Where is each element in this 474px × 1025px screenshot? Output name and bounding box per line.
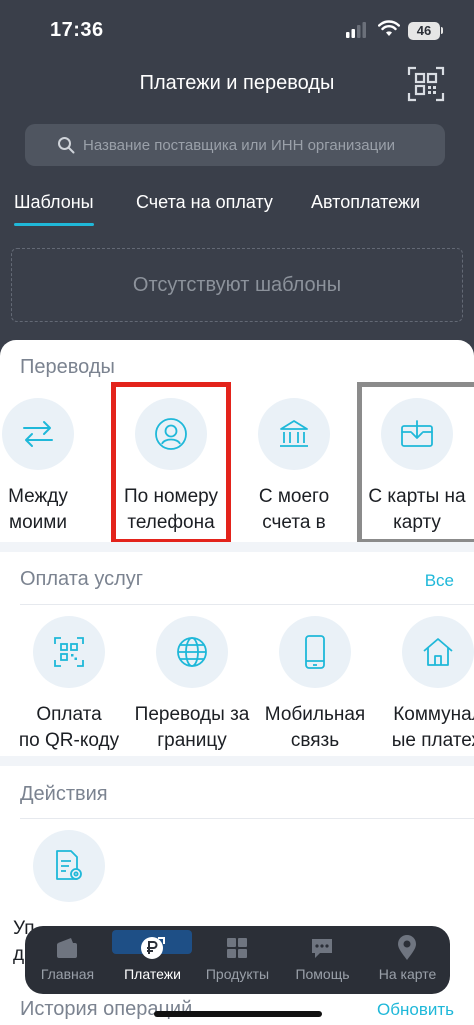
- bank-icon: [280, 420, 308, 447]
- tab-templates[interactable]: Шаблоны: [14, 192, 94, 226]
- nav-home[interactable]: Главная: [25, 926, 110, 994]
- nav-payments[interactable]: Платежи: [110, 926, 195, 994]
- nav-map[interactable]: На карте: [365, 926, 450, 994]
- nav-help[interactable]: Помощь: [280, 926, 365, 994]
- highlight-box-gray: [357, 382, 474, 544]
- nav-products-label: Продукты: [205, 966, 270, 982]
- battery-tip: [441, 27, 443, 34]
- qr-icon: [54, 637, 84, 667]
- nav-help-label: Помощь: [295, 966, 350, 982]
- transfer-between-own-label: Между моими: [8, 486, 68, 533]
- service-utilities-label: Коммунал ые платеж: [391, 704, 474, 751]
- actions-divider: [20, 818, 474, 819]
- history-refresh-link[interactable]: Обновить: [377, 1000, 454, 1020]
- services-title: Оплата услуг: [20, 568, 144, 590]
- section-divider: [0, 756, 474, 766]
- service-qr-payment[interactable]: Оплата по QR-коду: [7, 616, 131, 754]
- tab-autopayments[interactable]: Автоплатежи: [311, 192, 420, 213]
- bottom-nav: Главная Платежи Продукты Помощь На карте: [25, 926, 450, 994]
- service-utilities[interactable]: Коммунал ые платеж: [376, 616, 474, 754]
- service-mobile-label: Мобильная связь: [264, 704, 366, 751]
- templates-empty-state: Отсутствуют шаблоны: [11, 248, 463, 322]
- phone-icon: [305, 635, 325, 669]
- wifi-icon: [378, 20, 400, 36]
- transfer-from-account-label: С моего счета в: [258, 486, 330, 533]
- actions-title: Действия: [20, 783, 108, 805]
- transfer-from-account-circle: [258, 398, 330, 470]
- service-mobile[interactable]: Мобильная связь: [253, 616, 377, 754]
- chat-icon: [312, 939, 332, 958]
- highlight-box-red: [111, 382, 231, 544]
- services-all-link[interactable]: Все: [425, 571, 454, 591]
- qr-scan-icon[interactable]: [407, 66, 445, 102]
- action-manage-circle: [33, 830, 105, 902]
- wallet-icon: [57, 938, 77, 958]
- search-bar[interactable]: [25, 124, 445, 166]
- status-bar: 17:36 46: [0, 0, 474, 60]
- nav-payments-label: Платежи: [124, 966, 181, 982]
- service-transfers-abroad-label: Переводы за границу: [134, 704, 250, 751]
- service-mobile-circle: [279, 616, 351, 688]
- grid-icon: [227, 938, 247, 958]
- globe-icon: [177, 637, 207, 667]
- nav-home-label: Главная: [40, 966, 95, 982]
- battery-icon: 46: [408, 22, 440, 40]
- tab-invoices[interactable]: Счета на оплату: [136, 192, 273, 213]
- transfers-title: Переводы: [20, 356, 115, 378]
- transfer-between-own[interactable]: Между моими: [0, 398, 100, 536]
- nav-products[interactable]: Продукты: [195, 926, 280, 994]
- transfer-from-account[interactable]: С моего счета в: [232, 398, 356, 536]
- services-divider: [20, 604, 474, 605]
- arrows-swap-icon: [23, 421, 53, 447]
- payment-icon: [141, 937, 165, 959]
- document-settings-icon: [56, 850, 82, 880]
- search-icon: [58, 137, 75, 154]
- page-title: Платежи и переводы: [139, 72, 335, 94]
- map-pin-icon: [398, 935, 416, 960]
- service-utilities-circle: [402, 616, 474, 688]
- transfer-between-own-circle: [2, 398, 74, 470]
- house-icon: [423, 638, 453, 666]
- history-title: История операций: [20, 998, 193, 1020]
- section-divider: [0, 542, 474, 552]
- header-area: 17:36 46 Платежи и переводы Шаб: [0, 0, 474, 380]
- nav-map-label: На карте: [378, 966, 437, 982]
- service-qr-payment-circle: [33, 616, 105, 688]
- service-qr-payment-label: Оплата по QR-коду: [18, 704, 120, 751]
- tabs: Шаблоны Счета на оплату Автоплатежи: [0, 192, 474, 232]
- signal-icon: [346, 22, 366, 38]
- search-input[interactable]: [83, 124, 443, 166]
- service-transfers-abroad-circle: [156, 616, 228, 688]
- status-time: 17:36: [50, 19, 104, 41]
- service-transfers-abroad[interactable]: Переводы за границу: [130, 616, 254, 754]
- home-indicator: [154, 1011, 322, 1017]
